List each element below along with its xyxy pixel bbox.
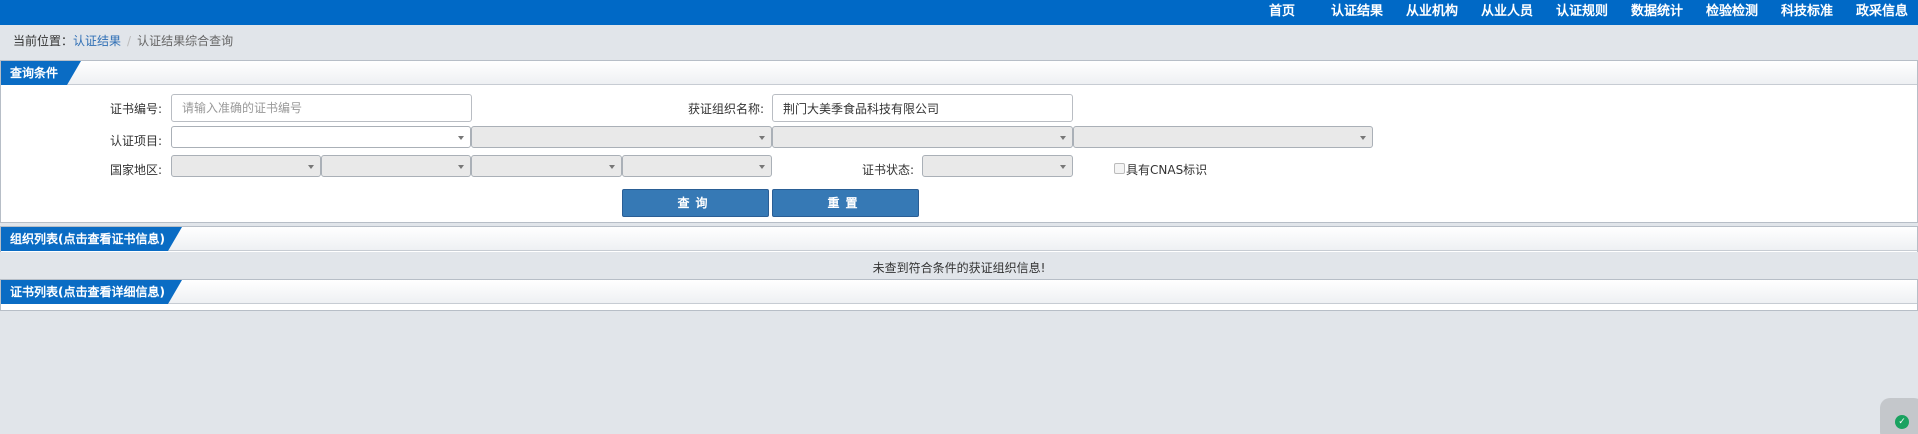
breadcrumb-separator: /: [127, 34, 132, 48]
breadcrumb-prefix: 当前位置：: [13, 34, 74, 48]
dropdown-arrow-icon: [609, 165, 615, 169]
cert-list-title: 证书列表(点击查看详细信息): [1, 280, 182, 304]
region-label: 国家地区:: [109, 163, 162, 177]
cert-item-label: 认证项目:: [109, 134, 162, 148]
nav-cert-results[interactable]: 认证结果: [1331, 0, 1383, 25]
dropdown-arrow-icon: [1060, 165, 1066, 169]
shield-check-icon[interactable]: ✓: [1895, 415, 1909, 429]
nav-procurement[interactable]: 政采信息: [1856, 0, 1908, 25]
nav-cert-rules[interactable]: 认证规则: [1556, 0, 1608, 25]
dropdown-arrow-icon: [308, 165, 314, 169]
cert-status-label: 证书状态:: [861, 163, 914, 177]
nav-inspection[interactable]: 检验检测: [1706, 0, 1758, 25]
cnas-checkbox[interactable]: [1114, 163, 1125, 174]
region-select-1[interactable]: [171, 155, 321, 177]
cert-list-header: [1, 280, 1917, 304]
org-name-input[interactable]: [772, 94, 1073, 122]
query-panel-title: 查询条件: [1, 61, 81, 85]
cert-no-label: 证书编号:: [109, 102, 162, 116]
nav-institutions[interactable]: 从业机构: [1406, 0, 1458, 25]
nav-statistics[interactable]: 数据统计: [1631, 0, 1683, 25]
org-list-title: 组织列表(点击查看证书信息): [1, 227, 182, 251]
reset-button[interactable]: 重置: [772, 189, 919, 217]
breadcrumb: 当前位置：认证结果 / 认证结果综合查询: [13, 33, 233, 49]
cnas-label: 具有CNAS标识: [1126, 163, 1208, 177]
cert-item-select-3[interactable]: [772, 126, 1073, 148]
breadcrumb-link[interactable]: 认证结果: [73, 34, 121, 48]
cert-list-panel: 证书列表(点击查看详细信息): [0, 279, 1918, 311]
region-select-2[interactable]: [321, 155, 471, 177]
dropdown-arrow-icon: [759, 136, 765, 140]
top-nav-bar: 首页 认证结果 从业机构 从业人员 认证规则 数据统计 检验检测 科技标准 政采…: [0, 0, 1918, 25]
cert-item-select-1[interactable]: [171, 126, 471, 148]
dropdown-arrow-icon: [1360, 136, 1366, 140]
nav-home[interactable]: 首页: [1269, 0, 1295, 25]
region-select-4[interactable]: [622, 155, 772, 177]
cert-item-select-2[interactable]: [471, 126, 772, 148]
empty-message: 未查到符合条件的获证组织信息!: [872, 261, 1046, 275]
org-list-header: [1, 227, 1917, 251]
dropdown-arrow-icon: [759, 165, 765, 169]
region-select-3[interactable]: [471, 155, 622, 177]
cert-no-input[interactable]: [171, 94, 472, 122]
nav-standards[interactable]: 科技标准: [1781, 0, 1833, 25]
dropdown-arrow-icon: [458, 165, 464, 169]
cert-status-select[interactable]: [922, 155, 1073, 177]
query-panel-header: [1, 61, 1917, 85]
query-button[interactable]: 查询: [622, 189, 769, 217]
dropdown-arrow-icon: [458, 136, 464, 140]
cert-item-select-4[interactable]: [1073, 126, 1373, 148]
nav-personnel[interactable]: 从业人员: [1481, 0, 1533, 25]
org-name-label: 获证组织名称:: [687, 102, 764, 116]
org-list-panel: 组织列表(点击查看证书信息): [0, 226, 1918, 252]
dropdown-arrow-icon: [1060, 136, 1066, 140]
breadcrumb-current: 认证结果综合查询: [137, 34, 234, 48]
